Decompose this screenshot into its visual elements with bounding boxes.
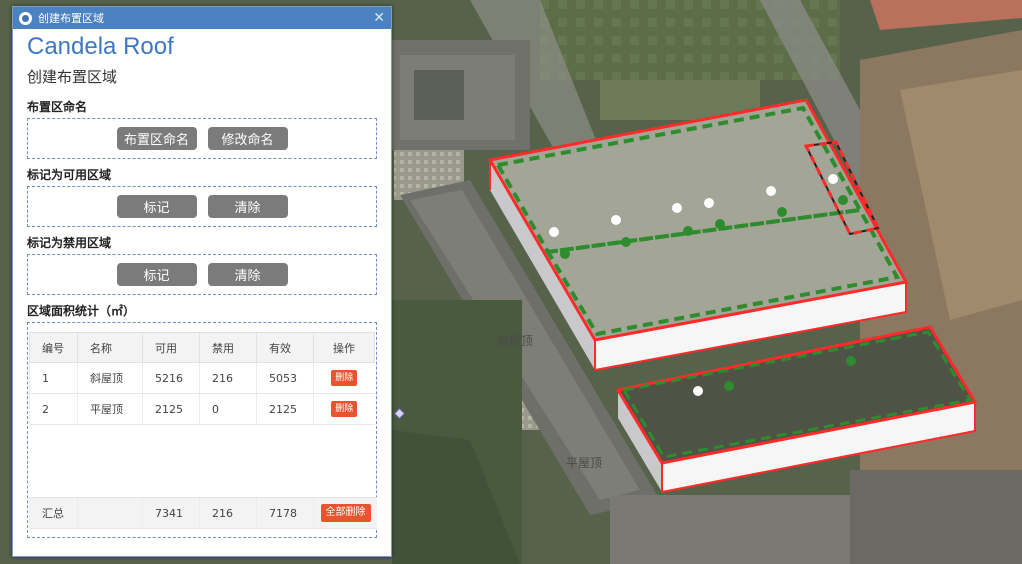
- total-label: 汇总: [29, 497, 78, 529]
- area-stats-table: 编号 名称 可用 禁用 有效 操作 1 斜屋顶 5216 216 5053 删除…: [29, 332, 375, 425]
- cell-forbidden: 0: [199, 393, 257, 425]
- usable-button-group: 标记 清除: [27, 186, 377, 227]
- cell-id: 1: [29, 362, 78, 394]
- column-header: 操作: [313, 332, 375, 363]
- name-area-button[interactable]: 布置区命名: [116, 127, 197, 150]
- brand-title: Candela Roof: [27, 33, 174, 60]
- rename-button[interactable]: 修改命名: [207, 127, 288, 150]
- cell-action: 删除: [313, 393, 375, 425]
- cell-effective: 2125: [256, 393, 314, 425]
- app-logo-icon: [19, 11, 32, 25]
- table-total-row: 汇总 7341 216 7178 全部删除: [29, 497, 377, 529]
- close-icon[interactable]: ✕: [373, 10, 385, 26]
- total-name-empty: [77, 497, 143, 529]
- table-header-row: 编号 名称 可用 禁用 有效 操作: [29, 332, 375, 363]
- cell-action: 删除: [313, 362, 375, 394]
- dialog-titlebar[interactable]: 创建布置区域 ✕: [13, 7, 391, 29]
- forbidden-button-group: 标记 清除: [27, 254, 377, 295]
- total-usable: 7341: [142, 497, 200, 529]
- column-header: 名称: [77, 332, 143, 363]
- create-area-dialog: 创建布置区域 ✕ Candela Roof 创建布置区域 布置区命名 布置区命名…: [12, 6, 392, 557]
- forbidden-section-label: 标记为禁用区域: [27, 236, 112, 250]
- cell-action: 全部删除: [313, 497, 377, 529]
- clear-usable-button[interactable]: 清除: [207, 195, 288, 218]
- cell-effective: 5053: [256, 362, 314, 394]
- naming-button-group: 布置区命名 修改命名: [27, 118, 377, 159]
- cell-id: 2: [29, 393, 78, 425]
- dialog-title: 创建布置区域: [38, 12, 104, 25]
- table-row[interactable]: 2 平屋顶 2125 0 2125 删除: [29, 393, 375, 425]
- usable-section-label: 标记为可用区域: [27, 168, 112, 182]
- delete-row-button[interactable]: 删除: [331, 401, 358, 417]
- table-row[interactable]: 1 斜屋顶 5216 216 5053 删除: [29, 362, 375, 394]
- map-label-flat-roof: 平屋顶: [566, 456, 602, 470]
- naming-section-label: 布置区命名: [27, 100, 88, 114]
- stats-total-row: 汇总 7341 216 7178 全部删除: [29, 497, 377, 529]
- cell-usable: 2125: [142, 393, 200, 425]
- mark-forbidden-button[interactable]: 标记: [116, 263, 197, 286]
- column-header: 可用: [142, 332, 200, 363]
- cell-name: 平屋顶: [77, 393, 143, 425]
- delete-all-button[interactable]: 全部删除: [320, 504, 371, 522]
- column-header: 禁用: [199, 332, 257, 363]
- cell-usable: 5216: [142, 362, 200, 394]
- column-header: 编号: [29, 332, 78, 363]
- cell-name: 斜屋顶: [77, 362, 143, 394]
- page-subtitle: 创建布置区域: [27, 68, 118, 86]
- mark-usable-button[interactable]: 标记: [116, 195, 197, 218]
- cell-forbidden: 216: [199, 362, 257, 394]
- map-label-slanted-roof: 斜屋顶: [497, 334, 533, 348]
- total-effective: 7178: [256, 497, 314, 529]
- stats-section-label: 区域面积统计（㎡）: [27, 304, 136, 318]
- clear-forbidden-button[interactable]: 清除: [207, 263, 288, 286]
- delete-row-button[interactable]: 删除: [331, 370, 358, 386]
- column-header: 有效: [256, 332, 314, 363]
- total-forbidden: 216: [199, 497, 257, 529]
- area-stats-panel: 编号 名称 可用 禁用 有效 操作 1 斜屋顶 5216 216 5053 删除…: [27, 322, 377, 538]
